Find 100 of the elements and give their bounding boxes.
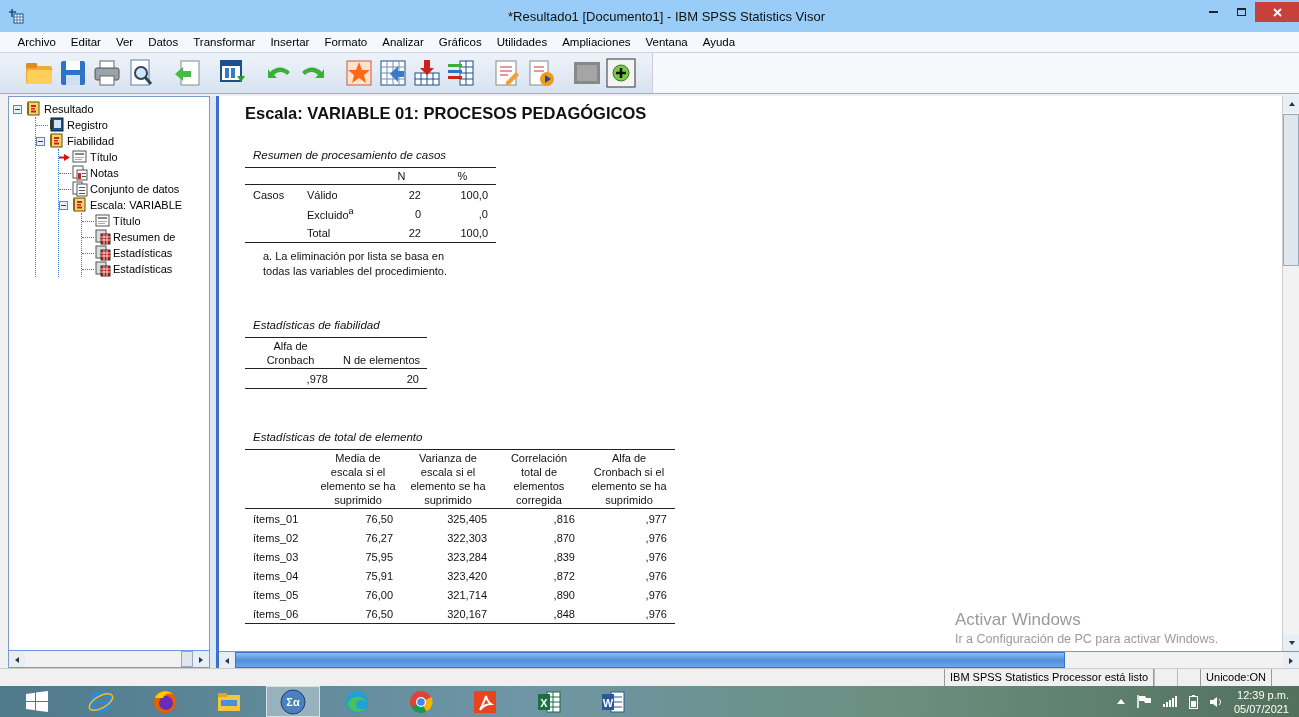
table-cell: 322,303	[447, 531, 487, 544]
expand-toggle[interactable]	[13, 104, 22, 114]
taskbar-button[interactable]: X	[522, 686, 576, 717]
scroll-left-button[interactable]	[9, 651, 25, 667]
menu-item[interactable]: Ampliaciones	[554, 36, 639, 48]
menu-item[interactable]: Utilidades	[489, 36, 555, 48]
speaker-icon[interactable]	[1209, 695, 1222, 708]
tree-item[interactable]: Estadísticas	[113, 263, 173, 275]
expand-toggle[interactable]	[36, 136, 45, 146]
scroll-thumb[interactable]	[1283, 114, 1299, 266]
tree-item[interactable]: Título	[90, 151, 118, 163]
tree-item[interactable]: Notas	[90, 167, 119, 179]
table-cell: ,976	[645, 588, 667, 601]
printer-icon	[92, 58, 122, 88]
minus-icon	[15, 108, 20, 110]
table-cell: 75,91	[365, 569, 393, 582]
arrow-right-icon	[1287, 656, 1295, 664]
table-cell: ,890	[553, 588, 575, 601]
column-header: N	[397, 170, 406, 182]
table-title: Resumen de procesamiento de casos	[253, 149, 447, 161]
table-cell: 22	[408, 188, 421, 201]
arrow-right-icon	[197, 655, 205, 663]
document-pencil-icon	[492, 58, 522, 88]
minus-icon	[61, 204, 66, 206]
scroll-thumb[interactable]	[235, 652, 1065, 668]
table-cell: ,848	[553, 607, 575, 620]
sigma-circle-icon: Σα	[279, 687, 307, 716]
table-cell: 76,27	[365, 531, 393, 544]
document-icon	[95, 213, 111, 229]
menu-item[interactable]: Transformar	[185, 36, 263, 48]
table-cell: 22	[408, 226, 421, 239]
minus-icon	[38, 140, 43, 142]
tree-item[interactable]: Escala: VARIABLE	[90, 199, 183, 211]
tree-item[interactable]: Registro	[67, 119, 108, 131]
book-icon	[26, 101, 42, 117]
scroll-down-button[interactable]	[1283, 635, 1299, 651]
tree-item[interactable]: Título	[113, 215, 141, 227]
document-play-icon	[526, 58, 556, 88]
tree-item[interactable]: Estadísticas	[113, 247, 173, 259]
horizontal-scrollbar[interactable]	[9, 650, 209, 667]
table-cell: ,0	[478, 207, 488, 220]
clock-time[interactable]: 12:39 p.m.	[1237, 687, 1289, 702]
menu-item[interactable]: Editar	[63, 36, 109, 48]
arrow-up-icon	[1287, 100, 1295, 108]
menu-item[interactable]: Ventana	[638, 36, 696, 48]
scroll-right-button[interactable]	[193, 651, 209, 667]
battery-icon[interactable]	[1188, 694, 1198, 709]
tree-item[interactable]: Conjunto de datos	[90, 183, 180, 195]
scroll-left-button[interactable]	[219, 652, 235, 668]
row-header: Excluido$^{a}$	[307, 208, 354, 221]
menu-item[interactable]: Ver	[108, 36, 141, 48]
expand-toggle[interactable]	[59, 200, 68, 210]
close-button[interactable]	[1255, 2, 1299, 22]
signal-icon[interactable]	[1162, 696, 1177, 707]
scroll-up-button[interactable]	[1283, 96, 1299, 112]
menu-item[interactable]: Ayuda	[695, 36, 743, 48]
table-icon	[95, 229, 111, 245]
table-cell: 320,167	[447, 607, 487, 620]
flag-icon[interactable]	[1136, 695, 1151, 708]
table-cell: ,978	[306, 372, 328, 385]
menu-item[interactable]: Archivo	[10, 36, 64, 48]
scroll-thumb[interactable]	[181, 651, 193, 667]
table-icon	[95, 261, 111, 277]
tree-item[interactable]: Fiabilidad	[67, 135, 115, 147]
menu-item[interactable]: Datos	[140, 36, 186, 48]
taskbar-button[interactable]: W	[586, 686, 640, 717]
table-cell: 76,00	[365, 588, 393, 601]
app-logo-icon	[8, 8, 24, 24]
column-header: Alfa de Cronbach	[266, 340, 315, 366]
tree-item[interactable]: Resumen de	[113, 231, 176, 243]
book-icon	[49, 133, 65, 149]
horizontal-scrollbar[interactable]	[219, 651, 1299, 668]
color-bars-table-icon	[446, 58, 476, 88]
vertical-scrollbar[interactable]	[1282, 96, 1299, 651]
menu-item[interactable]: Analizar	[374, 36, 432, 48]
activation-title: Activar Windows	[955, 610, 1082, 630]
notebook-icon	[49, 117, 65, 133]
add-button[interactable]	[604, 56, 638, 90]
menu-item[interactable]: Insertar	[262, 36, 317, 48]
show-hidden-icons-icon[interactable]	[1116, 699, 1125, 704]
menu-item[interactable]: Formato	[316, 36, 375, 48]
table-cell: ,976	[645, 607, 667, 620]
taskbar-button[interactable]: Σα	[266, 686, 320, 717]
clock-date[interactable]: 05/07/2021	[1233, 701, 1289, 716]
table-cell: ,976	[645, 550, 667, 563]
row-header: ítems_06	[253, 607, 299, 620]
table-cell: 20	[406, 372, 419, 385]
menu-item[interactable]: Gráficos	[431, 36, 490, 48]
window-title: *Resultado1 [Documento1] - IBM SPSS Statistics Visor	[507, 8, 826, 24]
notes-icon	[72, 165, 88, 181]
document-icon	[72, 149, 88, 165]
row-header: ítems_02	[253, 531, 299, 544]
table-cell: ,872	[553, 569, 575, 582]
table-cell: ,839	[553, 550, 575, 563]
tree-item[interactable]: Resultado	[44, 103, 94, 115]
table-cell: 75,95	[365, 550, 393, 563]
column-header: Varianza de escala si el elemento se ha suprimido	[410, 452, 486, 506]
scroll-right-button[interactable]	[1283, 652, 1299, 668]
row-header: ítems_04	[253, 569, 299, 582]
row-header: ítems_05	[253, 588, 299, 601]
